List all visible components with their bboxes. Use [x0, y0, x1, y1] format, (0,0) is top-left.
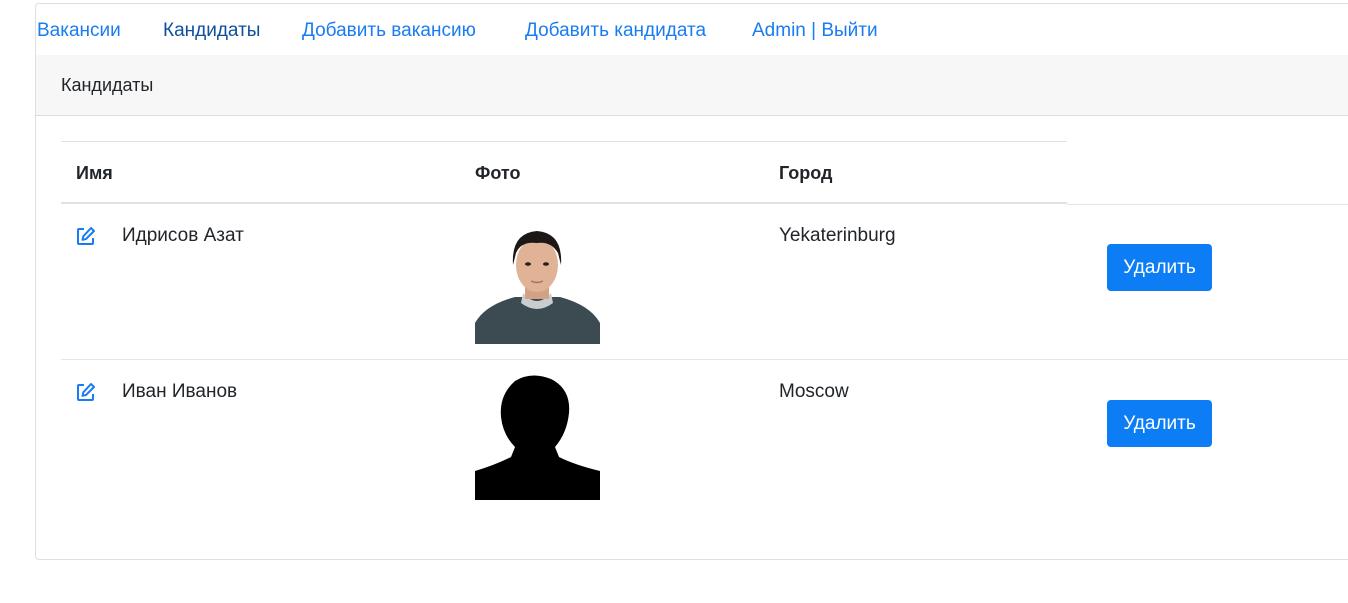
edit-icon[interactable]	[76, 226, 96, 246]
main-card: Вакансии Кандидаты Добавить вакансию Доб…	[35, 3, 1348, 560]
card-title: Кандидаты	[61, 75, 154, 95]
candidate-city: Yekaterinburg	[779, 225, 896, 246]
nav-admin-logout-link[interactable]: Admin | Выйти	[752, 20, 878, 42]
column-header-photo: Фото	[475, 163, 521, 183]
card-header: Кандидаты	[36, 55, 1348, 116]
nav-add-candidate-link[interactable]: Добавить кандидата	[525, 20, 706, 42]
delete-button[interactable]: Удалить	[1107, 244, 1212, 291]
top-navigation: Вакансии Кандидаты Добавить вакансию Доб…	[36, 4, 1348, 56]
nav-vacancies-link[interactable]: Вакансии	[37, 20, 121, 42]
edit-icon[interactable]	[76, 382, 96, 402]
candidate-name: Идрисов Азат	[122, 225, 244, 246]
candidate-city: Moscow	[779, 381, 849, 402]
candidate-name: Иван Иванов	[122, 381, 238, 402]
table-row-border-extension	[1067, 204, 1348, 205]
column-header-city: Город	[779, 163, 833, 183]
table-header-border	[61, 202, 1067, 204]
table-top-border	[61, 141, 1067, 142]
candidate-silhouette-photo	[475, 375, 600, 500]
candidate-photo	[475, 219, 600, 344]
delete-button[interactable]: Удалить	[1107, 400, 1212, 447]
nav-candidates-link[interactable]: Кандидаты	[163, 20, 260, 42]
column-header-name: Имя	[76, 163, 113, 183]
table-row-divider	[61, 359, 1348, 360]
nav-add-vacancy-link[interactable]: Добавить вакансию	[302, 20, 476, 42]
